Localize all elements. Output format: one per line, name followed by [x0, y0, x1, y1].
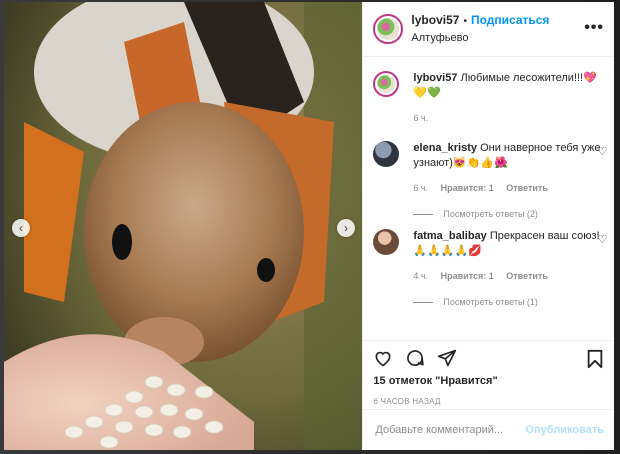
- comment-icon[interactable]: [405, 348, 425, 368]
- commenter-username[interactable]: elena_kristy: [413, 142, 477, 154]
- reply-button[interactable]: Ответить: [506, 271, 548, 281]
- comment-like-heart-icon[interactable]: ♡: [598, 233, 608, 246]
- view-replies-label: Посмотреть ответы (1): [443, 297, 538, 307]
- comments-list: lybovi57 Любимые лесожители!!!💖💛💚 6 ч. e…: [363, 57, 614, 340]
- follow-button[interactable]: Подписаться: [471, 13, 549, 27]
- more-options-icon[interactable]: •••: [584, 19, 604, 37]
- post-modal: ‹ › lybovi57 • Подписаться Алтуфьево ••• l…: [4, 2, 614, 450]
- post-photo[interactable]: ‹ ›: [4, 2, 363, 450]
- post-header: lybovi57 • Подписаться Алтуфьево •••: [363, 2, 614, 57]
- commenter-username[interactable]: fatma_balibay: [413, 230, 486, 242]
- view-replies-label: Посмотреть ответы (2): [443, 209, 538, 219]
- post-timestamp: 6 ЧАСОВ НАЗАД: [373, 397, 441, 406]
- post-actions: 15 отметок "Нравится" 6 ЧАСОВ НАЗАД: [363, 340, 614, 409]
- comment-like-heart-icon[interactable]: ♡: [598, 145, 608, 158]
- view-replies-button[interactable]: Посмотреть ответы (2): [413, 209, 601, 219]
- comment-input[interactable]: [373, 423, 526, 437]
- previous-photo-button[interactable]: ‹: [12, 219, 30, 237]
- heart-icon[interactable]: [373, 348, 393, 368]
- caption-item: lybovi57 Любимые лесожители!!!💖💛💚 6 ч.: [373, 71, 601, 123]
- post-side-panel: lybovi57 • Подписаться Алтуфьево ••• lybov…: [362, 2, 614, 450]
- comment-item: fatma_balibay Прекрасен ваш союз! 🙏🙏🙏🙏💋 …: [373, 229, 607, 307]
- author-username[interactable]: lybovi57: [411, 13, 459, 27]
- bookmark-icon[interactable]: [586, 349, 604, 369]
- next-photo-button[interactable]: ›: [337, 219, 355, 237]
- comment-time: 6 ч.: [413, 183, 429, 193]
- location-link[interactable]: Алтуфьево: [411, 30, 549, 46]
- separator-dot: •: [463, 16, 467, 27]
- comment-likes-count[interactable]: Нравится: 1: [441, 271, 494, 281]
- caption-avatar[interactable]: [373, 71, 400, 97]
- view-replies-button[interactable]: Посмотреть ответы (1): [413, 297, 601, 307]
- author-avatar[interactable]: [373, 14, 404, 44]
- add-comment-bar: Опубликовать: [363, 409, 614, 450]
- commenter-avatar[interactable]: [373, 229, 400, 255]
- chevron-right-icon: ›: [344, 221, 348, 235]
- comment-likes-count[interactable]: Нравится: 1: [441, 183, 494, 193]
- squirrel-photo-image: [4, 2, 363, 450]
- comment-time: 4 ч.: [413, 271, 429, 281]
- comment-item: elena_kristy Они наверное тебя уже узнаю…: [373, 141, 607, 219]
- reply-button[interactable]: Ответить: [506, 183, 548, 193]
- publish-button[interactable]: Опубликовать: [525, 424, 604, 436]
- commenter-avatar[interactable]: [373, 141, 400, 167]
- likes-count[interactable]: 15 отметок "Нравится": [373, 375, 604, 387]
- paper-plane-icon[interactable]: [437, 348, 457, 368]
- replies-divider: [413, 301, 434, 303]
- replies-divider: [413, 213, 434, 215]
- caption-time: 6 ч.: [413, 113, 429, 123]
- caption-username[interactable]: lybovi57: [413, 72, 457, 84]
- chevron-left-icon: ‹: [19, 221, 23, 235]
